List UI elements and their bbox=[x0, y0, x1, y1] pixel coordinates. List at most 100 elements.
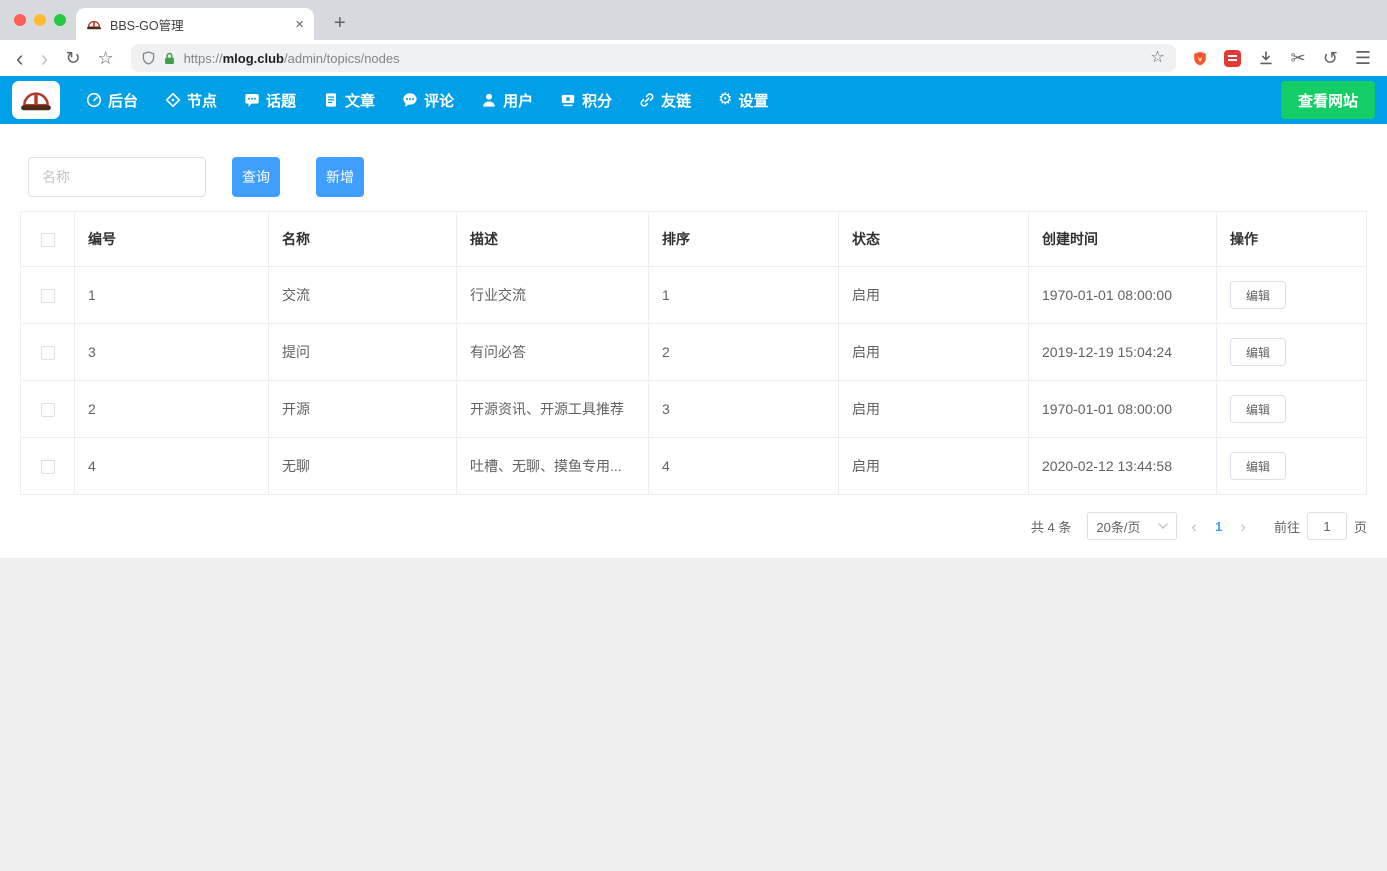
window-close-button[interactable] bbox=[14, 14, 26, 26]
nav-label: 后台 bbox=[108, 92, 139, 110]
cell-sort: 3 bbox=[648, 380, 839, 438]
nav-label: 积分 bbox=[582, 92, 613, 110]
goto-page-input[interactable] bbox=[1306, 512, 1347, 540]
goto-label: 前往 bbox=[1273, 519, 1300, 535]
cell-created: 2020-02-12 13:44:58 bbox=[1028, 437, 1217, 495]
chevron-down-icon bbox=[1158, 523, 1169, 529]
next-page-icon[interactable]: › bbox=[1226, 518, 1260, 535]
col-header-created: 创建时间 bbox=[1028, 211, 1217, 267]
cell-status: 启用 bbox=[838, 380, 1029, 438]
cell-created: 2019-12-19 15:04:24 bbox=[1028, 323, 1217, 381]
query-button[interactable]: 查询 bbox=[232, 157, 280, 197]
cell-created: 1970-01-01 08:00:00 bbox=[1028, 266, 1217, 324]
filter-toolbar: 查询 新增 bbox=[0, 157, 1387, 197]
nodes-table: 编号 名称 描述 排序 状态 创建时间 操作 1 交流 行业交流 1 启用 19… bbox=[20, 211, 1367, 495]
col-header-status: 状态 bbox=[838, 211, 1029, 267]
nav-item-comments[interactable]: 评论 bbox=[402, 90, 454, 111]
window-minimize-button[interactable] bbox=[34, 14, 46, 26]
bbsgo-logo[interactable] bbox=[12, 81, 60, 119]
select-all-checkbox[interactable] bbox=[40, 233, 55, 248]
cell-description: 行业交流 bbox=[456, 266, 649, 324]
name-search-input[interactable] bbox=[28, 157, 206, 197]
article-icon bbox=[326, 93, 337, 107]
nav-item-points[interactable]: 积分 bbox=[560, 90, 612, 111]
browser-tab[interactable]: BBS-GO管理 × bbox=[76, 8, 314, 40]
cell-description: 吐槽、无聊、摸鱼专用... bbox=[456, 437, 649, 495]
node-tag-icon bbox=[165, 92, 181, 108]
cell-status: 启用 bbox=[838, 437, 1029, 495]
settings-gear-icon: ⚙ bbox=[718, 91, 733, 108]
col-header-sort: 排序 bbox=[648, 211, 839, 267]
cell-id: 4 bbox=[74, 437, 269, 495]
brave-shield-icon[interactable] bbox=[1193, 51, 1207, 66]
nav-label: 文章 bbox=[345, 92, 376, 110]
table-row: 1 交流 行业交流 1 启用 1970-01-01 08:00:00 编辑 bbox=[20, 266, 1367, 324]
browser-address-bar: ‹ › ↻ ☆ https://mlog.club/admin/topics/n… bbox=[0, 40, 1387, 76]
bookmark-star-icon[interactable]: ☆ bbox=[97, 49, 113, 67]
scissors-icon[interactable]: ✂ bbox=[1291, 49, 1306, 67]
address-bar-input[interactable]: https://mlog.club/admin/topics/nodes ☆ bbox=[130, 44, 1176, 72]
nav-label: 节点 bbox=[187, 92, 218, 110]
col-header-description: 描述 bbox=[456, 211, 649, 267]
add-button[interactable]: 新增 bbox=[316, 157, 364, 197]
nav-item-nodes[interactable]: 节点 bbox=[165, 90, 217, 111]
col-header-id: 编号 bbox=[74, 211, 269, 267]
nav-item-articles[interactable]: 文章 bbox=[323, 90, 375, 111]
page-number-1[interactable]: 1 bbox=[1211, 519, 1226, 534]
url-text: https://mlog.club/admin/topics/nodes bbox=[183, 50, 400, 66]
download-icon[interactable] bbox=[1258, 50, 1274, 66]
reload-icon[interactable]: ↻ bbox=[65, 49, 80, 67]
pagination-bar: 共 4 条 20条/页 ‹ 1 › 前往 页 bbox=[0, 495, 1387, 544]
edit-button[interactable]: 编辑 bbox=[1230, 281, 1287, 309]
nav-item-dashboard[interactable]: 后台 bbox=[86, 90, 138, 111]
nav-item-users[interactable]: 用户 bbox=[481, 90, 533, 111]
row-checkbox[interactable] bbox=[40, 289, 55, 304]
cell-id: 2 bbox=[74, 380, 269, 438]
app-navbar: 后台 节点 话题 文章 评论 用户 积分 友链 ⚙ 设置 查看网站 bbox=[0, 76, 1387, 124]
macos-window-controls bbox=[14, 14, 66, 26]
row-checkbox[interactable] bbox=[40, 460, 55, 475]
forward-icon[interactable]: › bbox=[41, 46, 49, 70]
nav-label: 用户 bbox=[503, 92, 534, 110]
nav-label: 友链 bbox=[661, 92, 692, 110]
extension-icon[interactable] bbox=[1223, 49, 1241, 67]
browser-tab-bar: BBS-GO管理 × + bbox=[0, 0, 1387, 40]
https-lock-icon[interactable] bbox=[164, 52, 175, 65]
cell-name: 提问 bbox=[268, 323, 457, 381]
site-info-shield-icon[interactable] bbox=[142, 51, 155, 65]
edit-button[interactable]: 编辑 bbox=[1230, 395, 1287, 423]
bookmark-this-page-star-icon[interactable]: ☆ bbox=[1150, 50, 1164, 66]
user-icon bbox=[483, 93, 495, 107]
row-checkbox[interactable] bbox=[40, 403, 55, 418]
nav-label: 设置 bbox=[738, 92, 769, 110]
history-icon[interactable]: ↺ bbox=[1323, 49, 1338, 67]
cell-name: 开源 bbox=[268, 380, 457, 438]
prev-page-icon[interactable]: ‹ bbox=[1177, 518, 1211, 535]
back-icon[interactable]: ‹ bbox=[16, 46, 24, 70]
nav-item-topics[interactable]: 话题 bbox=[244, 90, 296, 111]
cell-status: 启用 bbox=[838, 323, 1029, 381]
nav-item-links[interactable]: 友链 bbox=[639, 90, 691, 111]
cell-sort: 1 bbox=[648, 266, 839, 324]
points-icon bbox=[561, 95, 575, 107]
table-row: 3 提问 有问必答 2 启用 2019-12-19 15:04:24 编辑 bbox=[20, 323, 1367, 381]
row-checkbox[interactable] bbox=[40, 346, 55, 361]
edit-button[interactable]: 编辑 bbox=[1230, 452, 1287, 480]
cell-status: 启用 bbox=[838, 266, 1029, 324]
edit-button[interactable]: 编辑 bbox=[1230, 338, 1287, 366]
cell-id: 3 bbox=[74, 323, 269, 381]
nav-label: 话题 bbox=[266, 92, 297, 110]
page-size-select[interactable]: 20条/页 bbox=[1087, 512, 1178, 540]
cell-description: 开源资讯、开源工具推荐 bbox=[456, 380, 649, 438]
table-row: 4 无聊 吐槽、无聊、摸鱼专用... 4 启用 2020-02-12 13:44… bbox=[20, 437, 1367, 495]
new-tab-button[interactable]: + bbox=[328, 8, 352, 40]
menu-icon[interactable]: ☰ bbox=[1355, 49, 1371, 67]
tab-close-icon[interactable]: × bbox=[295, 16, 304, 33]
view-site-button[interactable]: 查看网站 bbox=[1280, 81, 1375, 119]
cell-created: 1970-01-01 08:00:00 bbox=[1028, 380, 1217, 438]
cell-sort: 4 bbox=[648, 437, 839, 495]
window-zoom-button[interactable] bbox=[54, 14, 66, 26]
helmet-logo-icon bbox=[21, 92, 51, 111]
cell-sort: 2 bbox=[648, 323, 839, 381]
nav-item-settings[interactable]: ⚙ 设置 bbox=[718, 90, 768, 111]
